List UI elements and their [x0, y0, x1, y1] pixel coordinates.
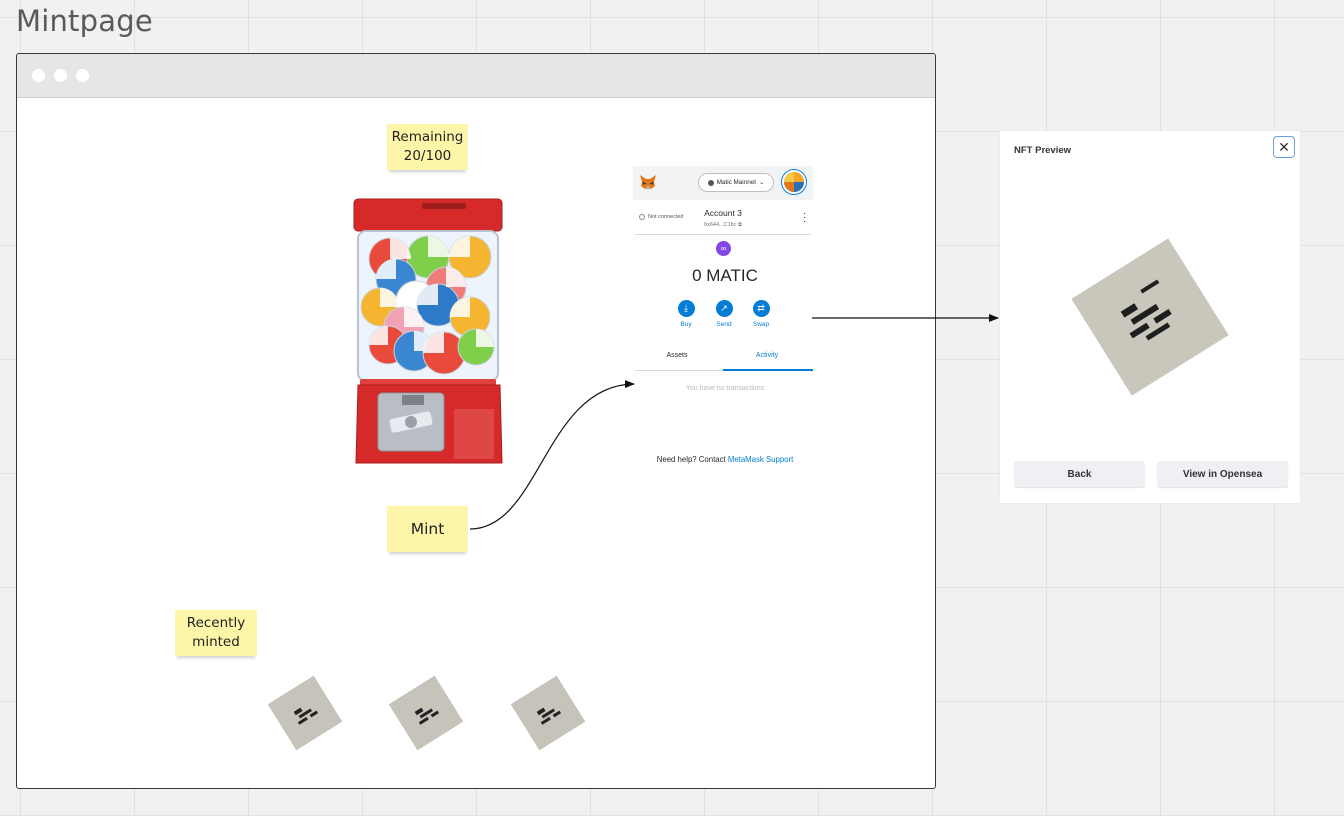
recent-nft-thumbnail[interactable]: [385, 672, 467, 754]
divider: [635, 234, 811, 235]
chevron-down-icon: ⌄: [758, 179, 765, 186]
window-dot: [54, 69, 67, 82]
close-button[interactable]: ✕: [1273, 136, 1295, 158]
balance-amount: 0 MATIC: [692, 266, 758, 285]
swap-label: Swap: [752, 321, 770, 328]
copy-icon: ⧉: [738, 222, 742, 228]
network-icon: [707, 179, 714, 186]
window-dot: [76, 69, 89, 82]
tab-assets[interactable]: Assets: [633, 352, 721, 359]
metamask-popup: Matic Mainnet ⌄ Not connected Account 3 …: [633, 166, 813, 476]
back-label: Back: [1067, 468, 1092, 480]
back-button[interactable]: Back: [1014, 461, 1145, 487]
recently-minted-line2: minted: [192, 634, 240, 650]
nft-preview-image: [1071, 238, 1229, 396]
network-selector[interactable]: Matic Mainnet ⌄: [698, 173, 774, 192]
polygon-icon: ∞: [716, 241, 731, 256]
status-dot-icon: [639, 214, 645, 220]
account-avatar[interactable]: [784, 172, 804, 192]
browser-title-bar: [17, 54, 935, 98]
metamask-header: Matic Mainnet ⌄: [633, 166, 813, 200]
mint-label: Mint: [410, 519, 445, 538]
download-icon: ⤓: [677, 300, 695, 317]
connection-status[interactable]: Not connected: [639, 214, 683, 220]
remaining-sticky: Remaining 20/100: [387, 124, 468, 170]
recent-nft-thumbnail[interactable]: [507, 672, 589, 754]
account-name[interactable]: Account 3: [693, 208, 753, 218]
metamask-support-link[interactable]: MetaMask Support: [728, 455, 793, 464]
nft-preview-modal: NFT Preview ✕ Back View in Opensea: [1000, 131, 1300, 503]
recently-minted-sticky: Recently minted: [175, 610, 257, 656]
account-address-text: 0x644...C1bc: [704, 222, 737, 228]
board-title: Mintpage: [16, 4, 153, 38]
help-text: Need help? Contact MetaMask Support: [633, 455, 817, 464]
connection-status-text: Not connected: [648, 214, 684, 220]
window-dot: [32, 69, 45, 82]
tab-activity[interactable]: Activity: [723, 352, 811, 359]
close-icon: ✕: [1278, 138, 1290, 155]
opensea-label: View in Opensea: [1182, 468, 1263, 480]
metamask-fox-icon: [640, 175, 656, 189]
send-label: Send: [716, 321, 732, 328]
recently-minted-line1: Recently: [186, 615, 246, 631]
arrow-up-right-icon: ↗: [715, 300, 733, 317]
mint-sticky[interactable]: Mint: [387, 506, 468, 552]
swap-button[interactable]: ⇄ Swap: [746, 300, 776, 328]
help-prefix: Need help? Contact: [656, 455, 726, 464]
view-in-opensea-button[interactable]: View in Opensea: [1157, 461, 1288, 487]
recent-nft-thumbnail[interactable]: [264, 672, 346, 754]
account-address[interactable]: 0x644...C1bc ⧉: [693, 222, 753, 229]
buy-label: Buy: [680, 321, 692, 328]
network-name: Matic Mainnet: [716, 179, 756, 186]
active-tab-indicator: [723, 369, 813, 371]
more-options-icon[interactable]: · · ·: [803, 209, 806, 227]
remaining-value: 20/100: [403, 148, 452, 164]
remaining-label: Remaining: [391, 129, 464, 145]
modal-title: NFT Preview: [1014, 145, 1072, 156]
buy-button[interactable]: ⤓ Buy: [671, 300, 701, 328]
send-button[interactable]: ↗ Send: [709, 300, 739, 328]
gumball-machine-illustration: [353, 198, 503, 464]
empty-transactions-message: You have no transactions: [685, 385, 765, 392]
swap-icon: ⇄: [752, 300, 770, 317]
